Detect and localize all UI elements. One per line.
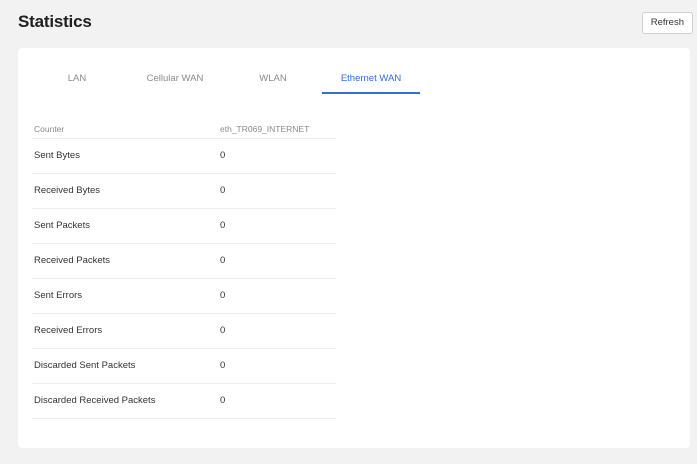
counter-label: Sent Errors [34, 290, 83, 301]
statistics-table: Counter eth_TR069_INTERNET Sent Bytes 0 … [32, 120, 336, 419]
table-row: Received Bytes 0 [32, 174, 336, 209]
table-row: Sent Bytes 0 [32, 139, 336, 174]
table-row: Sent Errors 0 [32, 279, 336, 314]
counter-label: Discarded Received Packets [34, 395, 156, 406]
counter-value: 0 [220, 255, 226, 266]
counter-label: Sent Packets [34, 220, 90, 231]
counter-value: 0 [220, 150, 226, 161]
table-row: Discarded Received Packets 0 [32, 384, 336, 419]
column-header-counter: Counter [34, 124, 65, 134]
tab-ethernet-wan[interactable]: Ethernet WAN [322, 64, 420, 94]
counter-label: Received Packets [34, 255, 111, 266]
counter-value: 0 [220, 290, 226, 301]
counter-value: 0 [220, 395, 226, 406]
counter-value: 0 [220, 185, 226, 196]
counter-label: Received Bytes [34, 185, 101, 196]
statistics-card: LAN Cellular WAN WLAN Ethernet WAN Count… [18, 48, 690, 448]
refresh-button[interactable]: Refresh [641, 12, 693, 34]
counter-value: 0 [220, 220, 226, 231]
counter-label: Sent Bytes [34, 150, 80, 161]
table-header: Counter eth_TR069_INTERNET [32, 120, 336, 139]
counter-label: Discarded Sent Packets [34, 360, 136, 371]
table-row: Discarded Sent Packets 0 [32, 349, 336, 384]
tab-cellular-wan[interactable]: Cellular WAN [126, 64, 224, 94]
tab-lan[interactable]: LAN [28, 64, 126, 94]
page-title: Statistics [18, 12, 92, 31]
table-row: Received Errors 0 [32, 314, 336, 349]
table-row: Sent Packets 0 [32, 209, 336, 244]
counter-label: Received Errors [34, 325, 103, 336]
column-header-interface: eth_TR069_INTERNET [220, 124, 310, 134]
tab-bar: LAN Cellular WAN WLAN Ethernet WAN [28, 64, 420, 94]
counter-value: 0 [220, 325, 226, 336]
tab-wlan[interactable]: WLAN [224, 64, 322, 94]
counter-value: 0 [220, 360, 226, 371]
table-row: Received Packets 0 [32, 244, 336, 279]
